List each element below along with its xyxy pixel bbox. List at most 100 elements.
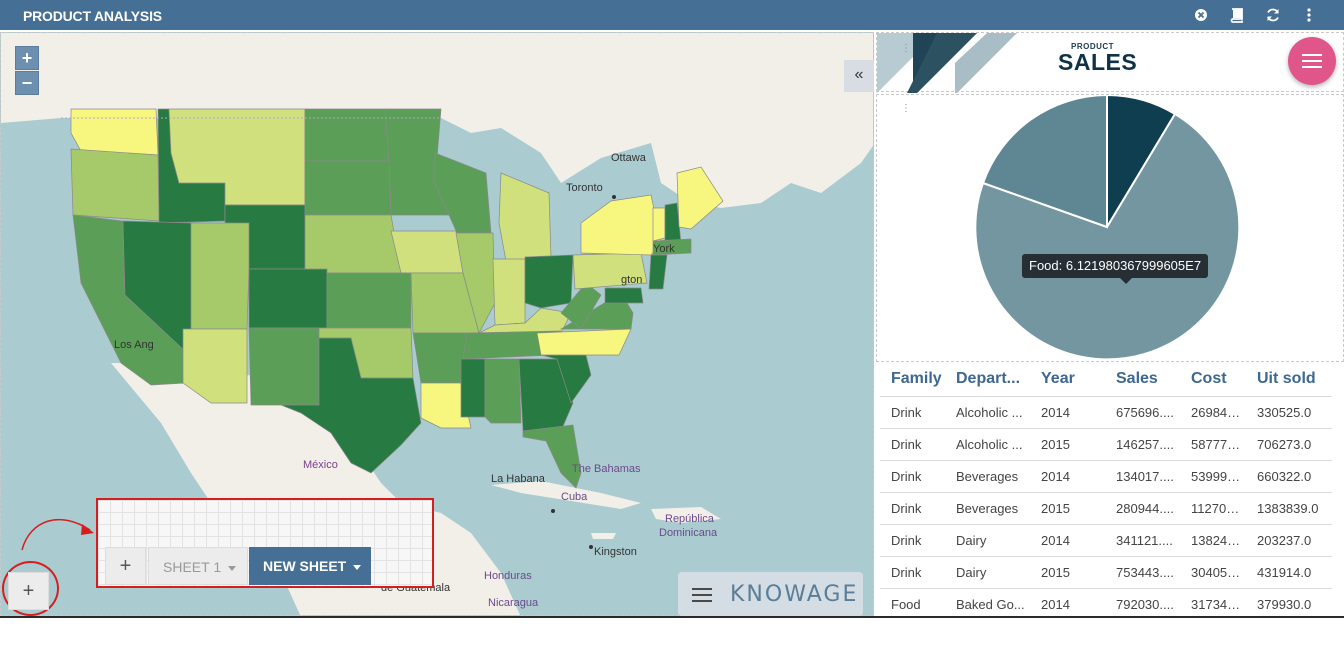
table-row[interactable]: Drink Alcoholic ... 2014 675696.... 2698… [880, 396, 1332, 429]
table-cell: 792030.... [1105, 588, 1180, 616]
pie-chart-widget[interactable]: ⋮ [876, 94, 1344, 362]
table-cell: Baked Go... [945, 588, 1030, 616]
table-cell: 2014 [1030, 396, 1105, 429]
column-header-units-sold[interactable]: Uit sold [1246, 362, 1332, 397]
table-cell: 341121.... [1105, 524, 1180, 557]
page-bottom-border [0, 616, 1344, 618]
table-cell: 317342.... [1180, 588, 1246, 616]
table-cell: 379930.0 [1246, 588, 1332, 616]
sales-table[interactable]: Family Depart... Year Sales Cost Uit sol… [880, 362, 1336, 616]
banner-title: SALES [1058, 49, 1138, 75]
table-cell: 134017.... [1105, 460, 1180, 493]
table-cell: 706273.0 [1246, 428, 1332, 461]
table-cell: 753443.... [1105, 556, 1180, 589]
map-label-ottawa: Ottawa [611, 152, 646, 164]
table-row[interactable]: Drink Beverages 2014 134017.... 539991..… [880, 460, 1332, 493]
map-label-honduras: Honduras [484, 570, 532, 582]
map-label-dominicana: Dominicana [659, 527, 718, 539]
knowage-bar: KNOWAGE [678, 572, 863, 616]
table-cell: Dairy [945, 524, 1030, 557]
collapse-panel-button[interactable]: « [844, 60, 874, 92]
table-cell: Drink [880, 428, 945, 461]
column-header-cost[interactable]: Cost [1180, 362, 1246, 397]
map-label-toronto: Toronto [566, 182, 603, 194]
column-header-year[interactable]: Year [1030, 362, 1105, 397]
table-cell: 2014 [1030, 524, 1105, 557]
hamburger-menu-icon[interactable] [692, 584, 712, 606]
zoom-in-button[interactable]: + [15, 46, 39, 70]
table-row[interactable]: Drink Dairy 2015 753443.... 304054.... 4… [880, 556, 1332, 589]
table-cell: 146257.... [1105, 428, 1180, 461]
table-row[interactable]: Drink Alcoholic ... 2015 146257.... 5877… [880, 428, 1332, 461]
table-cell: Dairy [945, 556, 1030, 589]
table-cell: 539991.... [1180, 460, 1246, 493]
zoom-out-button[interactable]: − [15, 71, 39, 95]
table-cell: Beverages [945, 492, 1030, 525]
map-label-nicaragua: Nicaragua [488, 597, 539, 609]
chevron-down-icon [228, 565, 237, 571]
table-cell: 2015 [1030, 428, 1105, 461]
map-label-la-habana: La Habana [491, 473, 545, 485]
table-cell: 330525.0 [1246, 396, 1332, 429]
table-cell: 269840.... [1180, 396, 1246, 429]
map-label-mexico: México [303, 459, 338, 471]
tab-sheet-1[interactable]: SHEET 1 [148, 547, 248, 585]
table-cell: 112701.... [1180, 492, 1246, 525]
book-icon[interactable] [1228, 6, 1246, 24]
dashboard: PRODUCT ANALYSIS + − Ottawa Toronto York… [0, 0, 1344, 650]
table-cell: Drink [880, 556, 945, 589]
table-cell: Alcoholic ... [945, 396, 1030, 429]
table-cell: 2014 [1030, 460, 1105, 493]
table-cell: 431914.0 [1246, 556, 1332, 589]
table-cell: 675696.... [1105, 396, 1180, 429]
table-cell: 660322.0 [1246, 460, 1332, 493]
table-cell: Drink [880, 396, 945, 429]
knowage-logo: KNOWAGE [730, 582, 859, 607]
map-label-los-angeles: Los Ang [114, 339, 154, 351]
banner-stripes-graphic [877, 33, 1017, 93]
map-label-republica: República [665, 513, 714, 525]
table-cell: 2014 [1030, 588, 1105, 616]
table-cell: 1383839.0 [1246, 492, 1332, 525]
map-label-bahamas: The Bahamas [572, 463, 641, 475]
product-sales-banner: PRODUCT SALES ⋮ [876, 32, 1344, 93]
table-cell: Alcoholic ... [945, 428, 1030, 461]
close-circle-icon[interactable] [1192, 6, 1210, 24]
refresh-icon[interactable] [1264, 6, 1282, 24]
table-cell: Drink [880, 492, 945, 525]
more-vert-icon[interactable] [1300, 6, 1318, 24]
table-cell: 587773.... [1180, 428, 1246, 461]
table-row[interactable]: Drink Dairy 2014 341121.... 138243.... 2… [880, 524, 1332, 557]
title-bar: PRODUCT ANALYSIS [0, 0, 1344, 30]
pie-tooltip: Food: 6.121980367999605E7 [1022, 254, 1209, 284]
pie-chart[interactable] [877, 95, 1344, 363]
drag-handle-icon[interactable]: ⋮ [901, 44, 911, 54]
table-cell: 138243.... [1180, 524, 1246, 557]
map-label-washington: gton [621, 274, 643, 286]
tab-new-sheet-label: NEW SHEET [263, 558, 347, 574]
table-cell: Drink [880, 460, 945, 493]
tab-sheet-1-label: SHEET 1 [163, 559, 222, 575]
column-header-department[interactable]: Depart... [945, 362, 1030, 397]
table-row[interactable]: Food Baked Go... 2014 792030.... 317342.… [880, 588, 1332, 616]
table-cell: 304054.... [1180, 556, 1246, 589]
table-cell: Beverages [945, 460, 1030, 493]
chevron-down-icon [353, 564, 362, 570]
map-label-new-york: York [653, 243, 675, 255]
table-cell: Drink [880, 524, 945, 557]
tab-new-sheet[interactable]: NEW SHEET [249, 547, 371, 585]
annotation-arrow [21, 519, 94, 551]
table-cell: Food [880, 588, 945, 616]
table-cell: 280944.... [1105, 492, 1180, 525]
table-cell: 2015 [1030, 492, 1105, 525]
add-sheet-button[interactable]: + [8, 572, 49, 610]
table-header-row: Family Depart... Year Sales Cost Uit sol… [880, 362, 1332, 397]
main-menu-button[interactable] [1288, 37, 1336, 85]
map-label-cuba: Cuba [561, 491, 588, 503]
column-header-sales[interactable]: Sales [1105, 362, 1180, 397]
column-header-family[interactable]: Family [880, 362, 945, 397]
map-label-kingston: Kingston [594, 546, 637, 558]
table-cell: 203237.0 [1246, 524, 1332, 557]
add-sheet-tab-button[interactable]: + [105, 547, 146, 585]
table-row[interactable]: Drink Beverages 2015 280944.... 112701..… [880, 492, 1332, 525]
